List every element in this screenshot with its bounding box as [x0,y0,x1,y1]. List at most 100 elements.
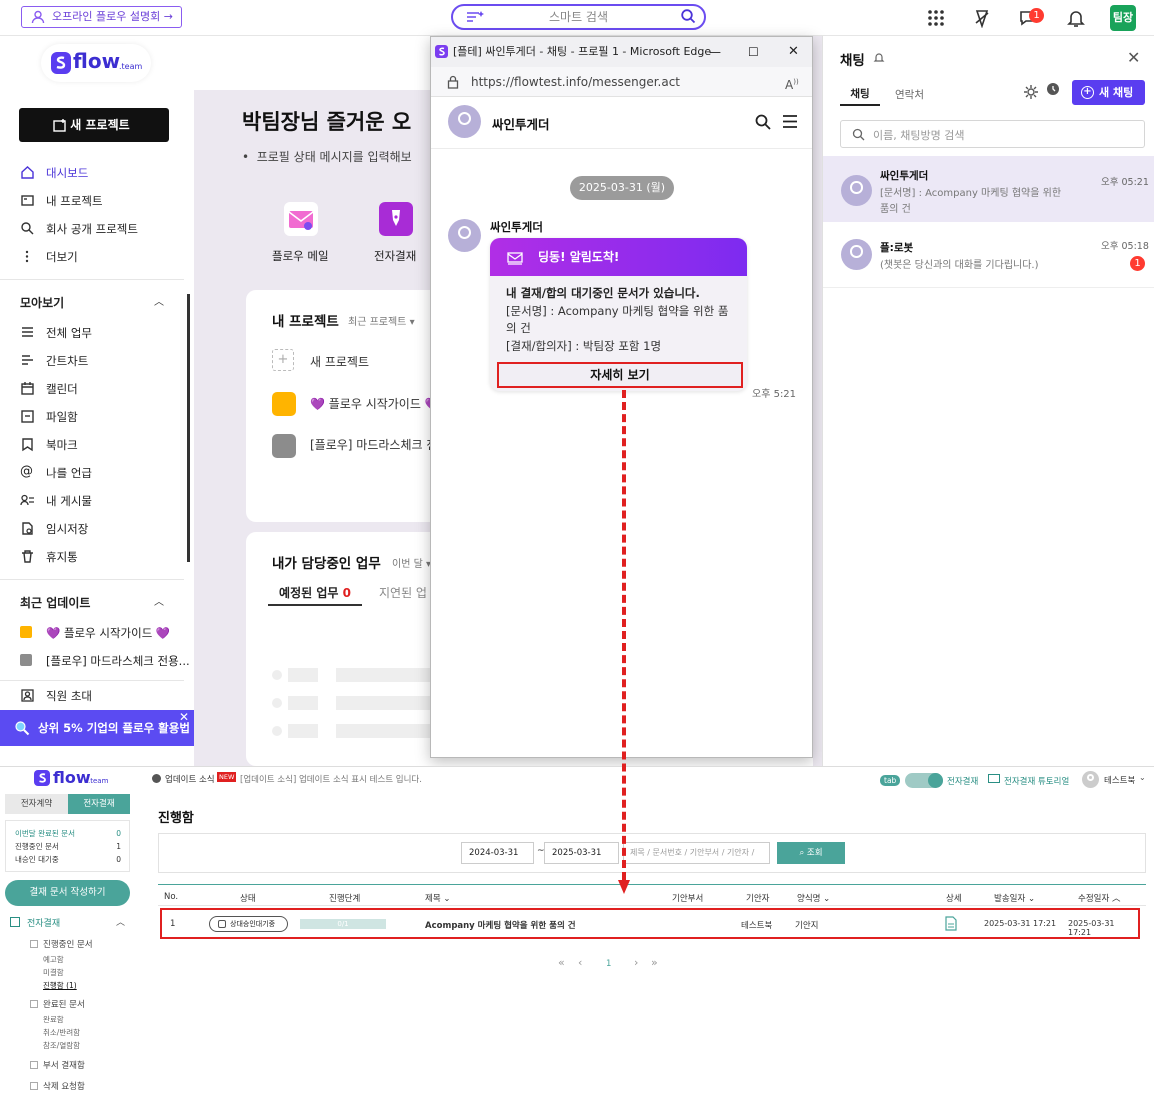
write-document-button[interactable]: 결재 문서 작성하기 [5,880,130,906]
maximize-icon[interactable]: ☐ [748,37,759,67]
status-message[interactable]: • 프로필 상태 메시지를 입력해보 [242,148,412,165]
nav-mentions[interactable]: @ 나를 언급 [20,464,92,482]
menu-icon[interactable] [782,114,798,129]
tab-approval[interactable]: 전자결재 [68,794,130,814]
chevron-up-icon[interactable]: ︿ [154,593,164,608]
my-tasks-subtitle[interactable]: 이번 달 ▾ [392,555,431,570]
chevron-up-icon[interactable]: ︿ [154,293,164,308]
nav-dashboard[interactable]: 대시보드 [20,164,88,182]
table-row[interactable]: 1 상대승인대기중 0/1 Acompany 마케팅 협약을 위한 품의 건 테… [160,908,1140,939]
profile-avatar[interactable]: 팀장 [1110,5,1136,31]
chat-list-item[interactable]: 플:로봇 (챗봇은 당신과의 대화를 기다립니다.) 오후 05:18 1 [823,222,1154,288]
date-from-input[interactable]: 2024-03-31 [461,842,534,864]
tree-leaf[interactable]: 취소/반려함 [43,1027,80,1038]
bell-icon[interactable] [873,51,885,64]
pen-nib-icon[interactable] [972,8,992,28]
tab-contacts[interactable]: 연락처 [895,87,924,102]
chevron-up-icon[interactable]: ︿ [116,915,125,928]
recent-item[interactable]: [플로우] 마드라스체크 전용... [20,652,190,670]
tab-delayed[interactable]: 지연된 업 [379,584,427,601]
nav-more[interactable]: 더보기 [20,248,78,266]
close-icon[interactable]: ✕ [1127,48,1140,67]
notice-text[interactable]: [업데이트 소식] 업데이트 소식 표시 테스트 입니다. [240,773,422,785]
approval-app-icon[interactable] [379,202,413,236]
tree-leaf[interactable]: 예고함 [43,954,64,965]
current-page[interactable]: 1 [606,959,611,969]
tree-node[interactable]: 삭제 요청함 [30,1080,85,1092]
document-detail-icon[interactable] [945,916,957,931]
tutorial-link[interactable]: 전자결재 튜토리얼 [1004,775,1069,787]
project-item[interactable]: [플로우] 마드라스체크 전 [310,436,437,453]
nav-my-posts[interactable]: 내 게시물 [20,492,92,510]
project-item[interactable]: 💜 플로우 시작가이드 💜 [310,395,440,412]
plus-icon[interactable]: + [272,349,294,371]
nav-calendar[interactable]: 캘린더 [20,380,78,398]
tree-leaf-active[interactable]: 진행함 (1) [43,980,77,991]
bell-icon[interactable] [1066,8,1086,28]
col-header[interactable]: 수정일자 ︿ [1078,892,1120,904]
nav-public-projects[interactable]: 회사 공개 프로젝트 [20,220,138,238]
user-name[interactable]: 테스트북 [1104,774,1135,786]
avatar[interactable] [448,105,481,138]
search-icon[interactable] [754,113,772,131]
address-bar[interactable]: https://flowtest.info/messenger.act A)) [431,67,812,97]
first-page-icon[interactable]: « [558,956,565,969]
apps-grid-icon[interactable] [926,8,946,28]
scrollbar[interactable] [187,294,190,562]
prev-page-icon[interactable]: ‹ [578,956,582,969]
cell-title[interactable]: Acompany 마케팅 협약을 위한 품의 건 [425,919,576,931]
new-project-button[interactable]: 새 프로젝트 [19,108,169,142]
nav-trash[interactable]: 휴지통 [20,548,78,566]
tree-root[interactable]: 전자결재 [10,916,60,929]
chevron-down-icon[interactable]: ⌄ [1139,773,1146,782]
window-titlebar[interactable]: [플테] 싸인투게더 - 채팅 - 프로필 1 - Microsoft Edge… [431,37,812,67]
nav-all-tasks[interactable]: 전체 업무 [20,324,92,342]
notice-label[interactable]: 업데이트 소식 [165,773,215,785]
my-projects-subtitle[interactable]: 최근 프로젝트 ▾ [348,313,415,328]
tab-chat[interactable]: 채팅 [840,86,880,106]
minimize-icon[interactable]: — [709,37,721,67]
next-page-icon[interactable]: › [634,956,638,969]
nav-drafts[interactable]: 임시저장 [20,520,88,538]
nav-bookmarks[interactable]: 북마크 [20,436,78,454]
clock-icon[interactable] [1042,81,1062,99]
close-icon[interactable]: ✕ [179,699,189,735]
tree-node[interactable]: 부서 결재함 [30,1059,85,1071]
tree-leaf[interactable]: 완료함 [43,1014,64,1025]
approval-toggle[interactable] [905,773,943,788]
new-chat-button[interactable]: + 새 채팅 [1072,80,1145,105]
stat-row[interactable]: 내승인 대기중 0 [15,853,121,866]
tips-banner[interactable]: 상위 5% 기업의 플로우 활용법 ✕ [0,710,194,746]
avatar[interactable] [448,219,481,252]
tab-contract[interactable]: 전자계약 [5,794,68,814]
tree-leaf[interactable]: 미결함 [43,967,64,978]
mail-app-icon[interactable] [284,202,318,236]
nav-files[interactable]: 파일함 [20,408,78,426]
recent-item[interactable]: 💜 플로우 시작가이드 💜 [20,624,170,642]
last-page-icon[interactable]: » [651,956,658,969]
col-header[interactable]: 양식명 ⌄ [797,892,830,904]
close-icon[interactable]: ✕ [788,37,799,67]
flow-logo-icon[interactable] [34,770,50,786]
keyword-input[interactable]: 제목 / 문서번호 / 기안부서 / 기안자 / [623,842,770,864]
col-header[interactable]: 발송일자 ⌄ [994,892,1035,904]
search-button[interactable]: ⌕ 조회 [777,842,845,864]
nav-my-projects[interactable]: 내 프로젝트 [20,192,103,210]
nav-gantt[interactable]: 간트차트 [20,352,88,370]
read-aloud-icon[interactable]: A)) [785,67,799,100]
tree-node[interactable]: 완료된 문서 [30,998,85,1010]
chat-search-input[interactable]: 이름, 채팅방명 검색 [840,120,1145,148]
tree-node[interactable]: 진행중인 문서 [30,938,93,950]
gear-icon[interactable] [1023,84,1039,100]
stat-row[interactable]: 이번달 완료된 문서 0 [15,827,121,840]
new-project-link[interactable]: 새 프로젝트 [310,353,369,370]
date-to-input[interactable]: 2025-03-31 [544,842,619,864]
offline-seminar-button[interactable]: 오프라인 플로우 설명회 → [21,6,182,28]
flow-logo[interactable]: flow .team [41,44,151,82]
smart-search-box[interactable]: 스마트 검색 [451,4,706,30]
col-header[interactable]: 제목 ⌄ [425,892,450,904]
stat-row[interactable]: 진행중인 문서 1 [15,840,121,853]
view-details-button[interactable]: 자세히 보기 [497,362,743,388]
invite-button[interactable]: 직원 초대 [20,687,92,705]
avatar[interactable] [1082,771,1099,788]
